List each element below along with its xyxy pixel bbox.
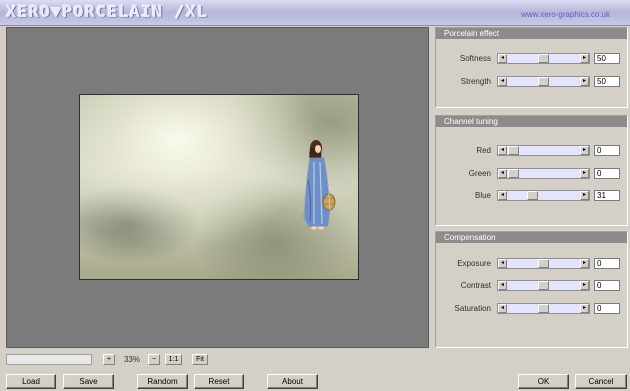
zoom-1to1-button[interactable]: 1:1 — [165, 354, 182, 365]
right-arrow-icon[interactable]: ▸ — [580, 281, 589, 290]
left-arrow-icon[interactable]: ◂ — [498, 259, 507, 268]
slider-thumb[interactable] — [526, 191, 538, 200]
left-arrow-icon[interactable]: ◂ — [498, 281, 507, 290]
slider-thumb[interactable] — [538, 259, 549, 268]
contrast-row: Contrast ◂ ▸ 0 — [436, 280, 627, 292]
slider-thumb[interactable] — [538, 304, 549, 313]
softness-slider[interactable]: ◂ ▸ — [497, 53, 590, 64]
exposure-value[interactable]: 0 — [594, 258, 620, 269]
right-arrow-icon[interactable]: ▸ — [580, 169, 589, 178]
title-banner: XERO▼PORCELAIN /XL www.xero-graphics.co.… — [0, 0, 630, 26]
progress-bar — [6, 354, 92, 365]
ok-button[interactable]: OK — [518, 374, 569, 389]
slider-thumb[interactable] — [538, 54, 549, 63]
reset-button[interactable]: Reset — [194, 374, 244, 389]
left-arrow-icon[interactable]: ◂ — [498, 54, 507, 63]
red-slider[interactable]: ◂ ▸ — [497, 145, 590, 156]
right-arrow-icon[interactable]: ▸ — [580, 146, 589, 155]
softness-value[interactable]: 50 — [594, 53, 620, 64]
zoom-in-button[interactable]: + — [103, 354, 115, 365]
saturation-row: Saturation ◂ ▸ 0 — [436, 303, 627, 315]
contrast-label: Contrast — [460, 281, 491, 290]
green-label: Green — [468, 169, 491, 178]
slider-thumb[interactable] — [508, 146, 519, 155]
zoom-fit-button[interactable]: Fit — [192, 354, 208, 365]
exposure-label: Exposure — [457, 259, 491, 268]
panel-title: Compensation — [436, 232, 627, 243]
red-label: Red — [476, 146, 491, 155]
blue-row: Blue ◂ ▸ 31 — [436, 190, 627, 202]
exposure-row: Exposure ◂ ▸ 0 — [436, 258, 627, 270]
slider-thumb[interactable] — [508, 169, 519, 178]
panel-title: Channel tuning — [436, 116, 627, 127]
softness-label: Softness — [459, 54, 491, 63]
green-value[interactable]: 0 — [594, 168, 620, 179]
zoom-out-button[interactable]: − — [148, 354, 160, 365]
left-arrow-icon[interactable]: ◂ — [498, 146, 507, 155]
strength-label: Strength — [460, 77, 491, 86]
blue-value[interactable]: 31 — [594, 190, 620, 201]
woman-figure — [303, 140, 336, 230]
load-button[interactable]: Load — [6, 374, 56, 389]
left-arrow-icon[interactable]: ◂ — [498, 191, 507, 200]
softness-row: Softness ◂ ▸ 50 — [436, 53, 627, 65]
channel-tuning-panel: Channel tuning Red ◂ ▸ 0 Green ◂ ▸ 0 Blu… — [435, 115, 628, 226]
left-arrow-icon[interactable]: ◂ — [498, 77, 507, 86]
porcelain-effect-panel: Porcelain effect Softness ◂ ▸ 50 Strengt… — [435, 27, 628, 108]
zoom-level: 33% — [123, 355, 140, 364]
strength-row: Strength ◂ ▸ 50 — [436, 76, 627, 88]
compensation-panel: Compensation Exposure ◂ ▸ 0 Contrast ◂ ▸… — [435, 231, 628, 348]
right-arrow-icon[interactable]: ▸ — [580, 191, 589, 200]
blue-slider[interactable]: ◂ ▸ — [497, 190, 590, 201]
save-button[interactable]: Save — [63, 374, 114, 389]
exposure-slider[interactable]: ◂ ▸ — [497, 258, 590, 269]
saturation-label: Saturation — [454, 304, 491, 313]
strength-value[interactable]: 50 — [594, 76, 620, 87]
green-row: Green ◂ ▸ 0 — [436, 168, 627, 180]
green-slider[interactable]: ◂ ▸ — [497, 168, 590, 179]
slider-thumb[interactable] — [538, 77, 549, 86]
about-button[interactable]: About — [267, 374, 318, 389]
saturation-slider[interactable]: ◂ ▸ — [497, 303, 590, 314]
panel-title: Porcelain effect — [436, 28, 627, 39]
right-arrow-icon[interactable]: ▸ — [580, 77, 589, 86]
left-arrow-icon[interactable]: ◂ — [498, 169, 507, 178]
right-arrow-icon[interactable]: ▸ — [580, 54, 589, 63]
red-row: Red ◂ ▸ 0 — [436, 145, 627, 157]
saturation-value[interactable]: 0 — [594, 303, 620, 314]
red-value[interactable]: 0 — [594, 145, 620, 156]
app-logo: XERO▼PORCELAIN /XL — [6, 2, 209, 22]
random-button[interactable]: Random — [137, 374, 188, 389]
left-arrow-icon[interactable]: ◂ — [498, 304, 507, 313]
slider-thumb[interactable] — [538, 281, 549, 290]
preview-pane[interactable] — [6, 27, 429, 348]
right-arrow-icon[interactable]: ▸ — [580, 259, 589, 268]
right-arrow-icon[interactable]: ▸ — [580, 304, 589, 313]
cancel-button[interactable]: Cancel — [575, 374, 627, 389]
contrast-slider[interactable]: ◂ ▸ — [497, 280, 590, 291]
blue-label: Blue — [474, 191, 491, 200]
website-link[interactable]: www.xero-graphics.co.uk — [521, 10, 610, 19]
strength-slider[interactable]: ◂ ▸ — [497, 76, 590, 87]
preview-image — [79, 94, 359, 280]
contrast-value[interactable]: 0 — [594, 280, 620, 291]
